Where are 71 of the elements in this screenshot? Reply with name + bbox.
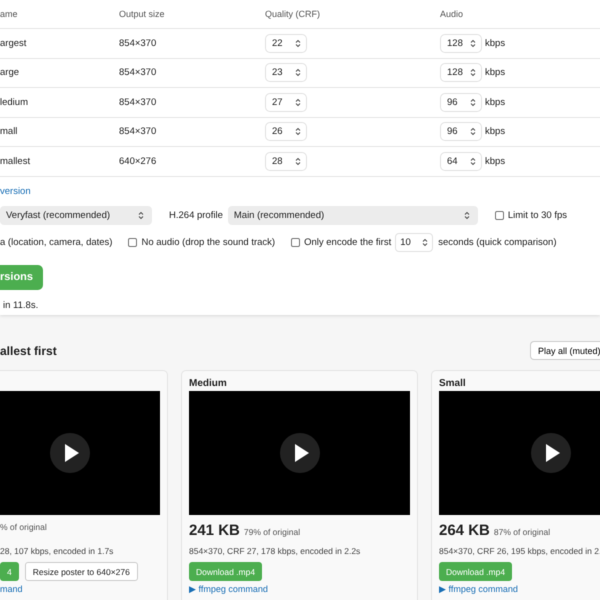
metadata-label: a (location, camera, dates) (0, 236, 112, 248)
stepper-icon (470, 68, 476, 78)
preset-select[interactable]: Veryfast (recommended) (0, 206, 152, 224)
crf-input[interactable]: 22 (265, 34, 307, 53)
stepper-icon (295, 156, 301, 166)
seconds-input[interactable]: 10 (395, 232, 434, 252)
play-icon[interactable] (50, 433, 90, 473)
stepper-icon (295, 38, 301, 48)
stepper-icon (470, 127, 476, 136)
audio-bitrate-input[interactable]: 64 (440, 152, 482, 171)
stepper-icon (295, 98, 301, 107)
table-cell-text: 854×370 (119, 67, 158, 78)
table-cell-text: 854×370 (119, 126, 158, 138)
crf-input[interactable]: 28 (265, 152, 307, 171)
unit-label: kbps (485, 96, 506, 108)
stepper-icon (422, 238, 428, 246)
encode-first-checkbox[interactable]: Only encode the first (291, 236, 392, 248)
ffmpeg-command-link[interactable]: ▶ ffmpeg command (189, 584, 410, 594)
percent-label: % of original (0, 522, 47, 532)
audio-bitrate-input[interactable]: 128 (440, 34, 482, 53)
audio-bitrate-input[interactable]: 96 (440, 92, 482, 112)
table-cell-text: 854×370 (119, 96, 158, 108)
table-cell-text: 854×370 (119, 38, 158, 49)
card-title: Small (439, 378, 466, 389)
column-header: Output size (119, 9, 166, 19)
profile-label: H.264 profile (169, 210, 223, 220)
profile-select[interactable]: Main (recommended) (228, 206, 478, 224)
table-cell-text: arge (0, 67, 20, 78)
options-link[interactable]: version (0, 186, 31, 196)
stepper-icon (295, 68, 301, 78)
unit-label: kbps (485, 67, 506, 78)
play-icon[interactable] (531, 433, 571, 473)
table-cell-text: mall (0, 126, 18, 138)
audio-bitrate-input[interactable]: 96 (440, 122, 482, 142)
stepper-icon (470, 38, 476, 48)
percent-label: 79% of original (244, 527, 300, 537)
crf-input[interactable]: 26 (265, 122, 307, 142)
stepper-icon (470, 98, 476, 107)
table-cell-text: mallest (0, 156, 32, 167)
seconds-label: seconds (quick comparison) (438, 236, 557, 248)
table-cell-text: argest (0, 38, 28, 49)
column-header: Quality (CRF) (265, 9, 322, 19)
card-title: Medium (189, 378, 227, 389)
audio-bitrate-input[interactable]: 128 (440, 63, 482, 82)
results-heading: allest first (0, 344, 57, 358)
percent-label: 87% of original (494, 527, 550, 537)
encode-details: 854×370, CRF 27, 178 kbps, encoded in 2.2s (189, 546, 362, 556)
unit-label: kbps (485, 126, 506, 138)
ffmpeg-command-link[interactable]: ▶ ffmpeg command (439, 584, 600, 594)
file-size: 241 KB (189, 522, 240, 539)
ffmpeg-command-link[interactable]: mand (0, 584, 160, 594)
unit-label: kbps (485, 156, 506, 167)
stepper-icon (470, 156, 476, 166)
status-text: in 11.8s. (3, 300, 40, 310)
stepper-icon (464, 210, 470, 220)
stepper-icon (138, 210, 144, 220)
play-all-button[interactable]: Play all (muted) (530, 341, 600, 360)
encode-details: 28, 107 kbps, encoded in 1.7s (0, 546, 114, 556)
column-header: ame (0, 9, 19, 19)
table-cell-text: ledium (0, 96, 29, 108)
stepper-icon (295, 127, 301, 136)
table-cell-text: 640×276 (119, 156, 158, 167)
resize-button[interactable]: Resize poster to 640×276 (24, 562, 138, 581)
file-size: 264 KB (439, 522, 490, 539)
crf-input[interactable]: 27 (265, 92, 307, 112)
crf-input[interactable]: 23 (265, 63, 307, 82)
no-audio-checkbox[interactable]: No audio (drop the sound track) (128, 236, 276, 248)
column-header: Audio (440, 9, 464, 19)
play-icon[interactable] (280, 433, 320, 473)
unit-label: kbps (485, 38, 506, 49)
limit-fps-checkbox[interactable]: Limit to 30 fps (494, 210, 568, 220)
